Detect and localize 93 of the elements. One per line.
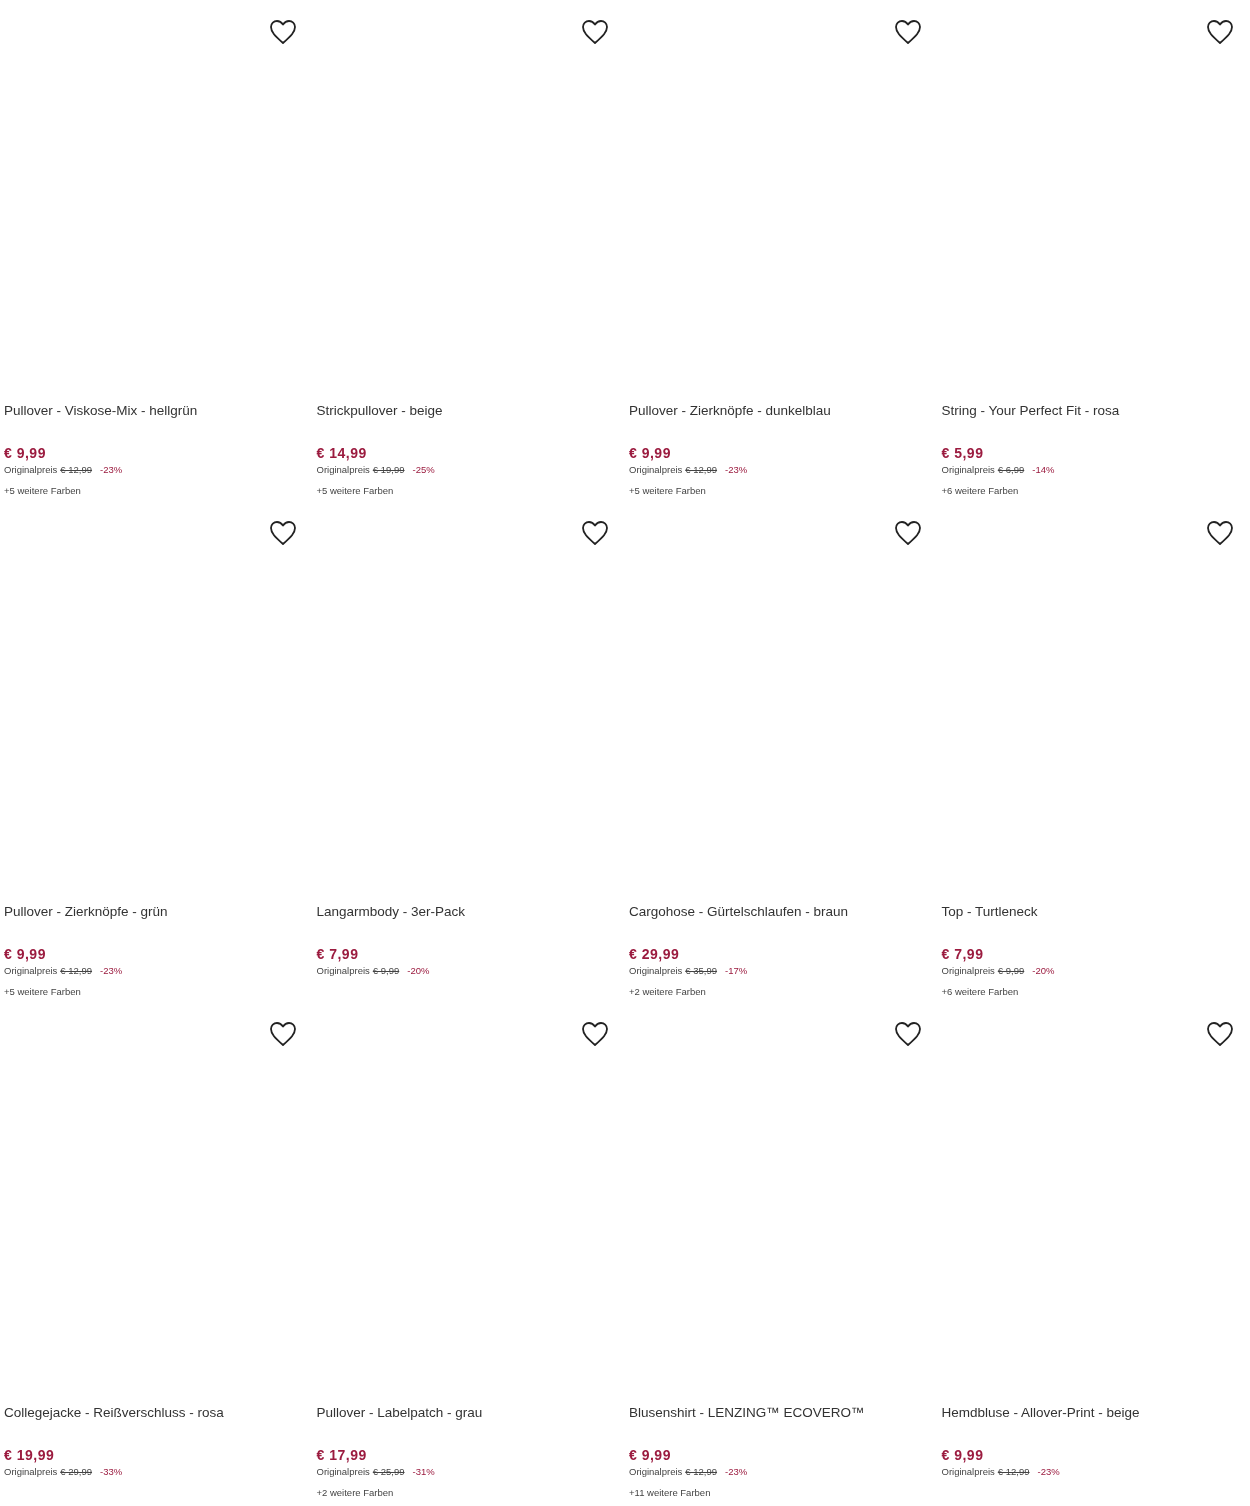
product-price: € 9,99 <box>4 945 47 963</box>
original-price-label: Originalpreis <box>629 1466 683 1478</box>
more-colors-link[interactable]: +5 weitere Farben <box>316 485 625 497</box>
original-price: € 12,99 <box>685 464 718 476</box>
product-price: € 17,99 <box>316 1446 368 1464</box>
discount: -33% <box>100 1466 123 1478</box>
product-title[interactable]: Pullover - Zierknöpfe - dunkelblau <box>629 402 938 420</box>
heart-icon <box>581 19 609 45</box>
wishlist-button[interactable] <box>581 520 609 546</box>
original-price: € 12,99 <box>685 1466 718 1478</box>
more-colors-link[interactable]: +5 weitere Farben <box>4 986 313 998</box>
heart-icon <box>268 19 297 45</box>
heart-icon <box>268 520 297 546</box>
original-price: € 12,99 <box>60 464 93 476</box>
wishlist-button[interactable] <box>581 19 609 45</box>
discount: -23% <box>725 1466 748 1478</box>
product-title[interactable]: Collegejacke - Reißverschluss - rosa <box>4 1404 313 1422</box>
product-title[interactable]: Pullover - Zierknöpfe - grün <box>4 903 313 921</box>
heart-icon <box>893 19 922 45</box>
more-colors-link[interactable]: +5 weitere Farben <box>629 485 938 497</box>
product-title[interactable]: Top - Turtleneck <box>941 903 1250 921</box>
product-price: € 9,99 <box>941 1446 985 1464</box>
product-price: € 5,99 <box>941 444 985 462</box>
product-price: € 7,99 <box>941 945 985 963</box>
product-price: € 9,99 <box>629 1446 672 1464</box>
discount: -20% <box>407 965 430 977</box>
heart-icon <box>268 1021 297 1047</box>
heart-icon <box>581 520 609 546</box>
original-price-label: Originalpreis <box>629 965 683 977</box>
original-price-label: Originalpreis <box>941 464 995 476</box>
heart-icon <box>581 1021 609 1047</box>
more-colors-link[interactable]: +2 weitere Farben <box>316 1487 625 1499</box>
original-price: € 12,99 <box>60 965 93 977</box>
original-price-label: Originalpreis <box>4 965 58 977</box>
original-price-label: Originalpreis <box>4 464 58 476</box>
original-price-label: Originalpreis <box>4 1466 58 1478</box>
heart-icon <box>1206 19 1234 45</box>
wishlist-button[interactable] <box>893 1021 922 1047</box>
more-colors-link[interactable]: +2 weitere Farben <box>629 986 938 998</box>
product-price: € 9,99 <box>4 444 47 462</box>
product-title[interactable]: Blusenshirt - LENZING™ ECOVERO™ <box>629 1404 938 1422</box>
more-colors-link[interactable]: +6 weitere Farben <box>941 986 1250 998</box>
discount: -25% <box>412 464 435 476</box>
heart-icon <box>1206 520 1234 546</box>
original-price: € 35,99 <box>685 965 718 977</box>
original-price: € 19,99 <box>372 464 405 476</box>
product-title[interactable]: Langarmbody - 3er-Pack <box>316 903 625 921</box>
more-colors-link[interactable]: +11 weitere Farben <box>629 1487 938 1499</box>
discount: -23% <box>1037 1466 1060 1478</box>
discount: -17% <box>725 965 748 977</box>
wishlist-button[interactable] <box>268 19 297 45</box>
original-price-label: Originalpreis <box>316 1466 370 1478</box>
discount: -20% <box>1032 965 1055 977</box>
wishlist-button[interactable] <box>581 1021 609 1047</box>
original-price-label: Originalpreis <box>941 1466 995 1478</box>
discount: -23% <box>100 965 123 977</box>
more-colors-link[interactable]: +5 weitere Farben <box>4 485 313 497</box>
product-price: € 7,99 <box>316 945 360 963</box>
original-price: € 6,99 <box>997 464 1025 476</box>
discount: -23% <box>725 464 748 476</box>
product-title[interactable]: Pullover - Viskose-Mix - hellgrün <box>4 402 313 420</box>
heart-icon <box>1206 1021 1234 1047</box>
original-price: € 29,99 <box>60 1466 93 1478</box>
product-price: € 14,99 <box>316 444 368 462</box>
original-price: € 9,99 <box>372 965 400 977</box>
product-title[interactable]: String - Your Perfect Fit - rosa <box>941 402 1250 420</box>
original-price: € 25,99 <box>372 1466 405 1478</box>
wishlist-button[interactable] <box>893 19 922 45</box>
wishlist-button[interactable] <box>1206 1021 1234 1047</box>
product-title[interactable]: Strickpullover - beige <box>316 402 625 420</box>
original-price-label: Originalpreis <box>629 464 683 476</box>
heart-icon <box>893 520 922 546</box>
discount: -31% <box>412 1466 435 1478</box>
wishlist-button[interactable] <box>1206 520 1234 546</box>
product-price: € 9,99 <box>629 444 672 462</box>
discount: -14% <box>1032 464 1055 476</box>
original-price-label: Originalpreis <box>316 464 370 476</box>
wishlist-button[interactable] <box>268 520 297 546</box>
more-colors-link[interactable]: +6 weitere Farben <box>941 485 1250 497</box>
product-title[interactable]: Hemdbluse - Allover-Print - beige <box>941 1404 1250 1422</box>
wishlist-button[interactable] <box>268 1021 297 1047</box>
original-price-label: Originalpreis <box>316 965 370 977</box>
discount: -23% <box>100 464 123 476</box>
original-price: € 9,99 <box>997 965 1025 977</box>
product-price: € 19,99 <box>4 1446 56 1464</box>
heart-icon <box>893 1021 922 1047</box>
original-price: € 12,99 <box>997 1466 1030 1478</box>
original-price-label: Originalpreis <box>941 965 995 977</box>
product-price: € 29,99 <box>629 945 681 963</box>
product-title[interactable]: Cargohose - Gürtelschlaufen - braun <box>629 903 938 921</box>
wishlist-button[interactable] <box>1206 19 1234 45</box>
product-title[interactable]: Pullover - Labelpatch - grau <box>316 1404 625 1422</box>
wishlist-button[interactable] <box>893 520 922 546</box>
